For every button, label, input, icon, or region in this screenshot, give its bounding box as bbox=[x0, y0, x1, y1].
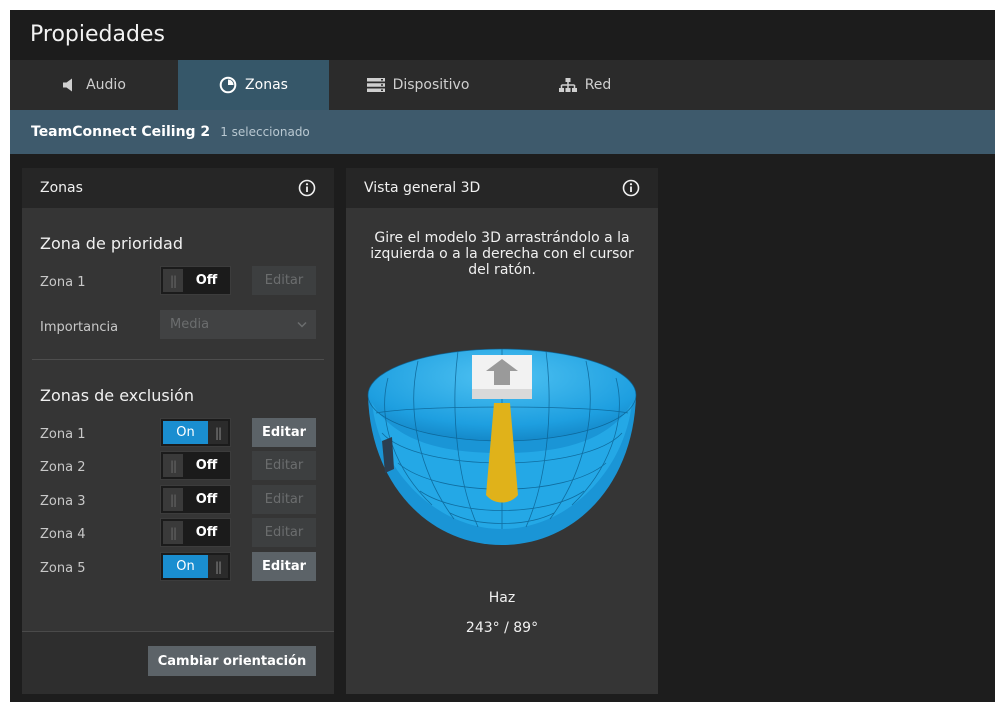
zones-panel-header: Zonas bbox=[22, 168, 334, 208]
exclusion-zone-5-toggle[interactable]: On || bbox=[160, 552, 231, 581]
toggle-grip-icon: || bbox=[208, 421, 228, 444]
toggle-state: On bbox=[163, 421, 208, 444]
toggle-grip-icon: || bbox=[163, 269, 183, 292]
exclusion-zone-3-edit-button[interactable]: Editar bbox=[252, 485, 316, 514]
exclusion-zone-2-label: Zona 2 bbox=[40, 460, 86, 475]
importance-value: Media bbox=[170, 317, 210, 332]
network-icon bbox=[558, 77, 577, 93]
exclusion-zone-3-label: Zona 3 bbox=[40, 494, 86, 509]
exclusion-zone-1-toggle[interactable]: On || bbox=[160, 418, 231, 447]
exclusion-zone-4-label: Zona 4 bbox=[40, 527, 86, 542]
exclusion-zone-2-edit-button[interactable]: Editar bbox=[252, 451, 316, 480]
zones-icon bbox=[219, 76, 237, 94]
priority-zone-toggle[interactable]: || Off bbox=[160, 266, 231, 295]
title-bar: Propiedades bbox=[10, 10, 995, 60]
zones-panel: Zonas Zona de prioridad Zona 1 || Off Ed… bbox=[22, 168, 334, 694]
rotate-instructions: Gire el modelo 3D arrastrándolo a la izq… bbox=[370, 230, 634, 278]
device-name: TeamConnect Ceiling 2 bbox=[31, 124, 211, 140]
toggle-state: Off bbox=[195, 525, 218, 540]
toggle-state: On bbox=[163, 555, 208, 578]
toggle-state: Off bbox=[195, 273, 218, 288]
exclusion-zones-title: Zonas de exclusión bbox=[40, 386, 195, 405]
priority-edit-button[interactable]: Editar bbox=[252, 266, 316, 295]
tab-bar: Audio Zonas Dispositivo Red bbox=[10, 60, 995, 110]
toggle-grip-icon: || bbox=[208, 555, 228, 578]
exclusion-zone-1-edit-button[interactable]: Editar bbox=[252, 418, 316, 447]
properties-window: Propiedades Audio Zonas Dispositivo Red bbox=[10, 10, 995, 702]
info-icon[interactable] bbox=[298, 179, 316, 197]
exclusion-zone-5-edit-button[interactable]: Editar bbox=[252, 552, 316, 581]
info-icon[interactable] bbox=[622, 179, 640, 197]
beam-angle-value: 243° / 89° bbox=[465, 620, 539, 636]
tab-network[interactable]: Red bbox=[507, 60, 663, 110]
overview-3d-panel: Vista general 3D Gire el modelo 3D arras… bbox=[346, 168, 658, 694]
zones-panel-footer: Cambiar orientación bbox=[22, 631, 334, 694]
change-orientation-button[interactable]: Cambiar orientación bbox=[148, 646, 316, 676]
importance-label: Importancia bbox=[40, 320, 119, 335]
device-icon bbox=[366, 78, 385, 92]
toggle-grip-icon: || bbox=[163, 454, 183, 477]
toggle-state: Off bbox=[195, 458, 218, 473]
tab-audio[interactable]: Audio bbox=[10, 60, 178, 110]
3d-model-viewer[interactable] bbox=[358, 333, 646, 567]
exclusion-zone-2-toggle[interactable]: || Off bbox=[160, 451, 231, 480]
toggle-grip-icon: || bbox=[163, 521, 183, 544]
exclusion-zone-3-toggle[interactable]: || Off bbox=[160, 485, 231, 514]
overview-panel-title: Vista general 3D bbox=[364, 180, 481, 196]
tab-network-label: Red bbox=[584, 77, 612, 93]
selection-count: 1 seleccionado bbox=[220, 125, 310, 139]
zones-panel-title: Zonas bbox=[40, 180, 83, 196]
section-divider bbox=[32, 359, 324, 360]
exclusion-zone-4-edit-button[interactable]: Editar bbox=[252, 518, 316, 547]
beam-label: Haz bbox=[488, 590, 516, 606]
speaker-icon bbox=[62, 78, 78, 92]
exclusion-zone-1-label: Zona 1 bbox=[40, 427, 86, 442]
tab-audio-label: Audio bbox=[86, 77, 126, 93]
tab-zones-label: Zonas bbox=[245, 77, 288, 93]
overview-panel-header: Vista general 3D bbox=[346, 168, 658, 208]
exclusion-zone-4-toggle[interactable]: || Off bbox=[160, 518, 231, 547]
tab-zones[interactable]: Zonas bbox=[178, 60, 329, 110]
importance-select[interactable]: Media bbox=[160, 310, 316, 339]
content-area: Zonas Zona de prioridad Zona 1 || Off Ed… bbox=[10, 154, 995, 702]
priority-zone-title: Zona de prioridad bbox=[40, 234, 183, 253]
tab-device-label: Dispositivo bbox=[392, 77, 470, 93]
window-title: Propiedades bbox=[30, 22, 165, 47]
tab-device[interactable]: Dispositivo bbox=[329, 60, 507, 110]
exclusion-zone-5-label: Zona 5 bbox=[40, 561, 86, 576]
chevron-down-icon bbox=[296, 318, 308, 334]
priority-zone-label: Zona 1 bbox=[40, 275, 86, 290]
toggle-grip-icon: || bbox=[163, 488, 183, 511]
toggle-state: Off bbox=[195, 492, 218, 507]
device-bar: TeamConnect Ceiling 2 1 seleccionado bbox=[10, 110, 995, 154]
